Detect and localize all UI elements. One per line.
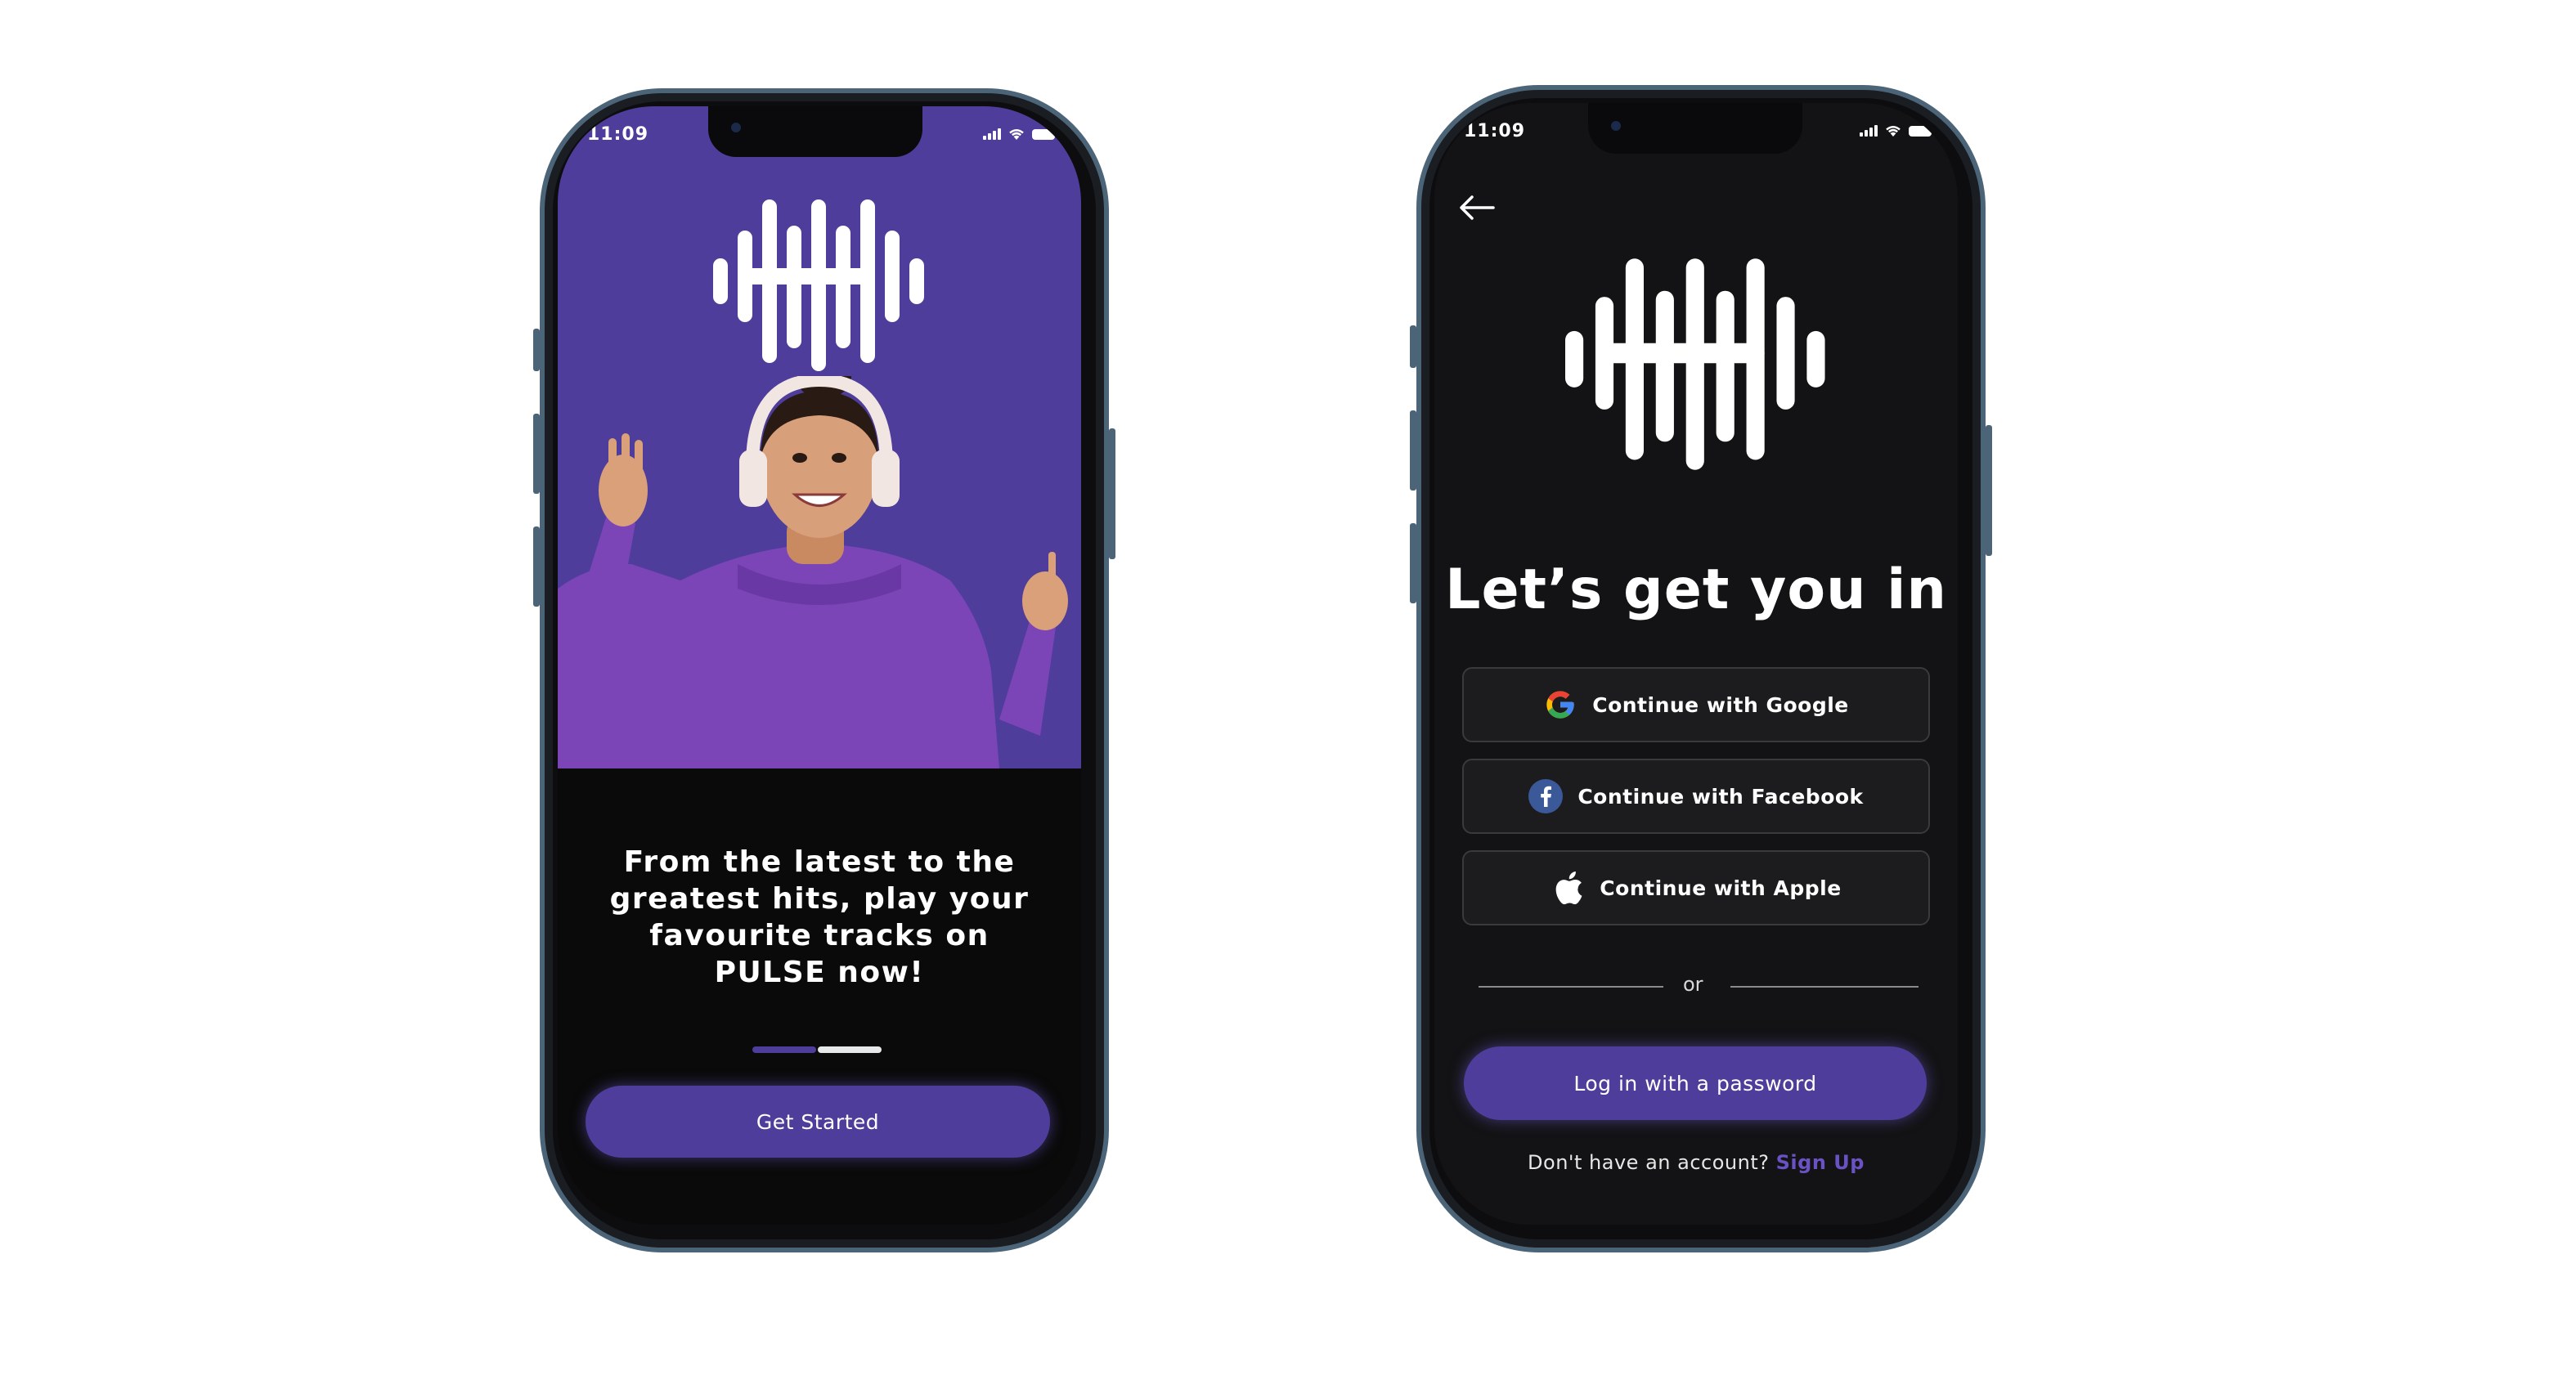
no-account-text: Don't have an account?	[1528, 1151, 1770, 1174]
phone-volume-up	[533, 414, 540, 494]
phone-side-button	[533, 329, 540, 371]
google-icon	[1543, 688, 1577, 722]
continue-with-facebook-button[interactable]: Continue with Facebook	[1462, 759, 1930, 834]
hero-section	[558, 106, 1081, 768]
sign-up-link[interactable]: Sign Up	[1776, 1151, 1865, 1174]
phone-volume-up	[1410, 410, 1416, 491]
onboarding-screen: 11:09 From the latest to the greatest hi…	[558, 106, 1081, 1225]
continue-with-apple-button[interactable]: Continue with Apple	[1462, 850, 1930, 925]
login-with-password-button[interactable]: Log in with a password	[1464, 1046, 1927, 1120]
wifi-icon	[1886, 126, 1901, 137]
google-button-label: Continue with Google	[1592, 692, 1849, 717]
phone-power-button	[1109, 428, 1115, 559]
signup-prompt: Don't have an account? Sign Up	[1434, 1151, 1958, 1174]
progress-indicator-active	[752, 1046, 816, 1053]
onboarding-tagline: From the latest to the greatest hits, pl…	[609, 845, 1030, 989]
phone-volume-down	[1410, 523, 1416, 603]
get-started-button[interactable]: Get Started	[586, 1086, 1050, 1158]
divider-line-right	[1730, 986, 1919, 988]
wifi-icon	[1009, 129, 1024, 140]
onboarding-phone: 11:09 From the latest to the greatest hi…	[533, 88, 1115, 1252]
cellular-signal-icon	[1860, 125, 1878, 137]
phone-volume-down	[533, 526, 540, 607]
continue-with-google-button[interactable]: Continue with Google	[1462, 667, 1930, 742]
camera-notch	[708, 106, 922, 157]
facebook-icon	[1528, 779, 1564, 813]
pulse-logo-icon	[713, 199, 924, 371]
camera-notch	[1588, 103, 1802, 154]
login-phone: 11:09 Let’s get you in Continue with Goo…	[1410, 85, 1992, 1252]
cellular-signal-icon	[983, 128, 1001, 140]
facebook-button-label: Continue with Facebook	[1577, 784, 1864, 809]
progress-indicator-inactive	[818, 1046, 882, 1053]
battery-icon	[1032, 129, 1055, 140]
divider-or-text: or	[1683, 973, 1703, 996]
status-time: 11:09	[587, 124, 649, 145]
front-camera	[1611, 121, 1621, 131]
apple-button-label: Continue with Apple	[1600, 876, 1842, 900]
apple-icon	[1551, 871, 1585, 905]
front-camera	[731, 123, 741, 132]
person-with-headphones-image	[558, 376, 1068, 768]
status-icons	[1860, 124, 1932, 137]
status-icons	[983, 128, 1055, 140]
login-screen: 11:09 Let’s get you in Continue with Goo…	[1434, 103, 1958, 1225]
login-heading: Let’s get you in	[1445, 558, 1947, 622]
divider-line-left	[1479, 986, 1663, 988]
pulse-logo-icon	[1565, 258, 1825, 470]
phone-side-button	[1410, 325, 1416, 368]
status-time: 11:09	[1464, 121, 1526, 141]
back-arrow-icon[interactable]	[1459, 195, 1495, 221]
battery-icon	[1909, 126, 1932, 137]
phone-power-button	[1986, 425, 1992, 556]
